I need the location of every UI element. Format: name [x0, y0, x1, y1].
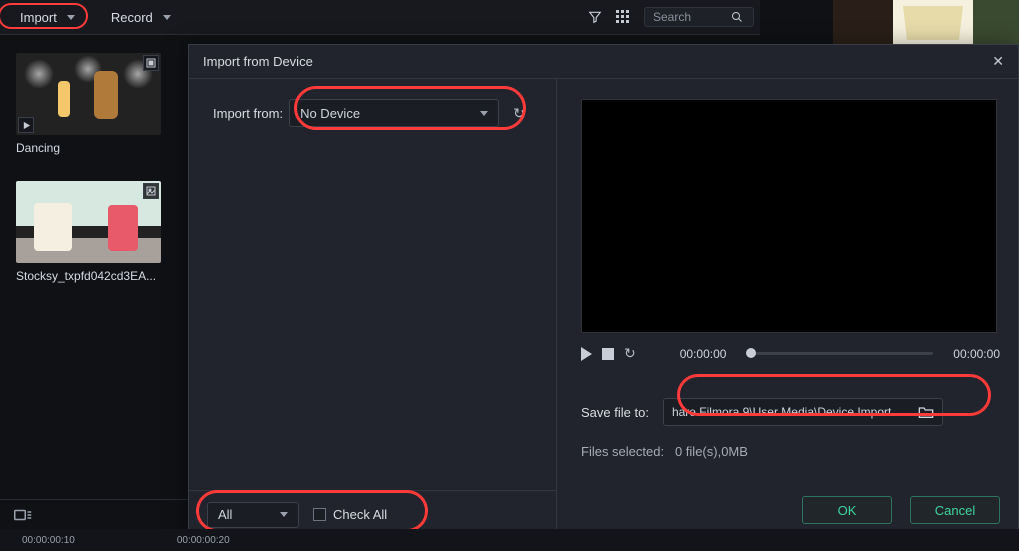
preview-strip	[833, 0, 1019, 44]
search-icon	[731, 11, 743, 23]
timecode-current: 00:00:00	[680, 347, 727, 361]
highlight-check-all	[196, 490, 428, 532]
timecode-total: 00:00:00	[953, 347, 1000, 361]
thumb-image	[16, 53, 161, 135]
top-toolbar: Import Record	[0, 0, 760, 35]
files-selected-value: 0 file(s),0MB	[675, 444, 748, 459]
dialog-title: Import from Device	[203, 54, 313, 69]
files-selected-label: Files selected:	[581, 444, 664, 459]
search-field[interactable]	[644, 7, 754, 27]
dialog-left-pane: Import from: No Device ↻ All Check All	[189, 79, 557, 538]
seek-slider[interactable]	[746, 352, 933, 355]
loop-button[interactable]: ↻	[624, 345, 636, 362]
record-menu-button[interactable]: Record	[97, 6, 185, 29]
thumb-image	[16, 181, 161, 263]
timecode-mark: 00:00:00:10	[22, 535, 75, 546]
highlight-import	[0, 3, 88, 29]
highlight-device-select	[294, 86, 526, 130]
save-to-label: Save file to:	[581, 405, 649, 420]
record-label: Record	[111, 10, 153, 25]
highlight-save-path	[677, 374, 991, 416]
chevron-down-icon	[163, 15, 171, 20]
stop-button[interactable]	[602, 348, 614, 360]
filter-icon[interactable]	[588, 10, 602, 24]
dialog-titlebar: Import from Device ✕	[189, 45, 1018, 79]
view-grid-icon[interactable]	[616, 10, 630, 24]
ok-label: OK	[838, 503, 857, 518]
timecode-mark: 00:00:00:20	[177, 535, 230, 546]
timeline-ruler[interactable]: 00:00:00:10 00:00:00:20	[0, 529, 1019, 551]
seek-knob[interactable]	[746, 348, 756, 358]
cancel-label: Cancel	[935, 503, 975, 518]
image-badge-icon	[143, 183, 159, 199]
folder-list-icon[interactable]	[14, 508, 32, 522]
cancel-button[interactable]: Cancel	[910, 496, 1000, 524]
play-button[interactable]	[581, 347, 592, 361]
media-thumb[interactable]: Stocksy_txpfd042cd3EA...	[16, 181, 161, 283]
files-selected-row: Files selected: 0 file(s),0MB	[581, 444, 1000, 459]
search-input[interactable]	[653, 10, 731, 24]
thumb-label: Stocksy_txpfd042cd3EA...	[16, 269, 161, 283]
ok-button[interactable]: OK	[802, 496, 892, 524]
video-preview	[581, 99, 997, 333]
dialog-right-pane: ↻ 00:00:00 00:00:00 Save file to: hare F…	[557, 79, 1018, 538]
thumb-label: Dancing	[16, 141, 161, 155]
close-icon[interactable]: ✕	[992, 53, 1004, 70]
media-thumb[interactable]: Dancing	[16, 53, 161, 155]
media-panel-footer	[0, 499, 188, 529]
playable-badge-icon	[18, 117, 34, 133]
import-from-label: Import from:	[213, 106, 283, 121]
video-badge-icon	[143, 55, 159, 71]
media-panel: Dancing Stocksy_txpfd042cd3EA...	[0, 35, 188, 551]
transport-bar: ↻ 00:00:00 00:00:00	[581, 345, 1000, 362]
